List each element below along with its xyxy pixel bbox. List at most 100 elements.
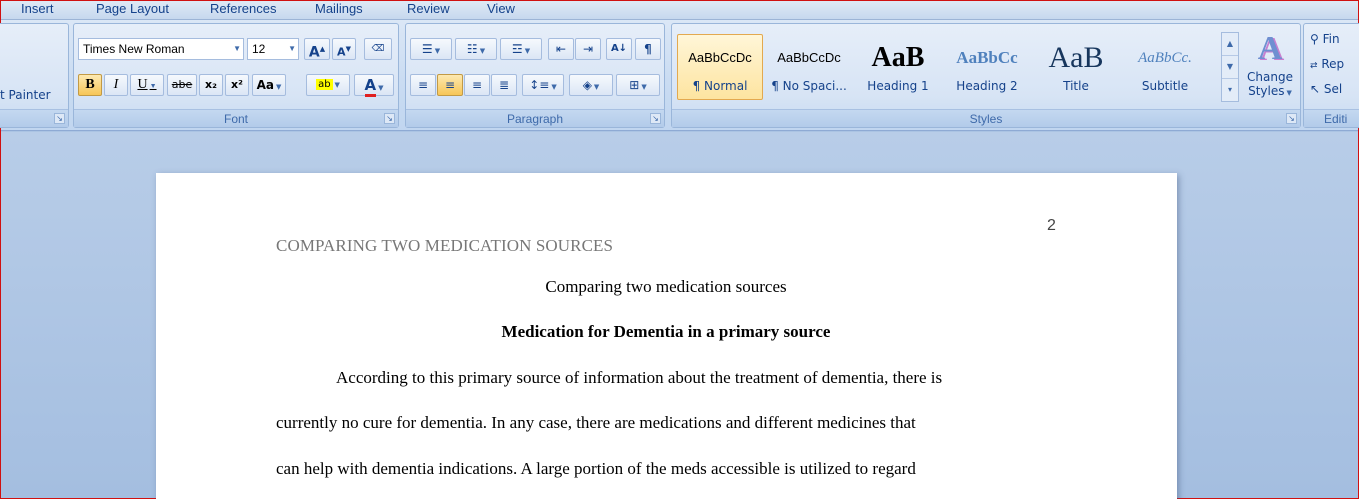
font-color-button[interactable]: A ▼ [354, 74, 394, 97]
chevron-down-icon: ▼ [551, 83, 557, 91]
style-title[interactable]: AaB Title [1033, 34, 1119, 100]
style-preview: AaB [1048, 43, 1104, 73]
styles-launcher-icon[interactable]: ↘ [1286, 113, 1297, 124]
change-case-button[interactable]: Aa ▼ [252, 74, 286, 96]
document-title: Comparing two medication sources [545, 277, 787, 296]
align-right-icon: ≡ [471, 78, 483, 92]
ribbon: t Painter ↘ Times New Roman ▼ 12 ▼ A▲ A▼… [0, 20, 1359, 131]
highlight-button[interactable]: ab ▼ [306, 74, 350, 96]
body-line: can help with dementia indications. A la… [276, 459, 916, 478]
highlighter-icon: ab [316, 79, 333, 90]
paragraph-launcher-icon[interactable]: ↘ [650, 113, 661, 124]
find-button[interactable]: ⚲ Fin [1310, 32, 1340, 46]
document-page[interactable]: 2 COMPARING TWO MEDICATION SOURCES Compa… [156, 173, 1177, 499]
cursor-icon: ↖ [1310, 82, 1321, 96]
styles-group: AaBbCcDc ¶ Normal AaBbCcDc ¶ No Spaci...… [671, 23, 1301, 128]
tab-review[interactable]: Review [407, 1, 450, 20]
font-name-combo[interactable]: Times New Roman ▼ [78, 38, 244, 60]
multilevel-list-icon: ☲ [511, 42, 523, 56]
align-right-button[interactable]: ≡ [464, 74, 490, 96]
superscript-button[interactable]: x² [225, 74, 249, 96]
gallery-more-icon[interactable]: ▾ [1222, 79, 1238, 102]
align-left-button[interactable]: ≡ [410, 74, 436, 96]
find-label: Fin [1322, 32, 1340, 46]
bold-button[interactable]: B [78, 74, 102, 96]
change-styles-icon: A [1257, 30, 1283, 67]
align-center-icon: ≡ [444, 78, 456, 92]
select-button[interactable]: ↖ Sel [1310, 82, 1342, 96]
shrink-font-button[interactable]: A▼ [332, 38, 356, 60]
style-preview: AaBbCcDc [688, 50, 752, 65]
tab-page-layout[interactable]: Page Layout [96, 1, 169, 20]
increase-indent-button[interactable]: ⇥ [575, 38, 601, 60]
decrease-indent-button[interactable]: ⇤ [548, 38, 574, 60]
sort-button[interactable]: A↓ [606, 38, 632, 60]
bullets-button[interactable]: ☰ ▼ [410, 38, 452, 60]
strikethrough-button[interactable]: abe [167, 74, 197, 96]
style-subtitle[interactable]: AaBbCc. Subtitle [1122, 34, 1208, 100]
ribbon-tab-bar: Insert Page Layout References Mailings R… [1, 1, 1358, 20]
style-name: ¶ No Spaci... [771, 79, 847, 93]
style-name: Subtitle [1141, 79, 1189, 93]
change-styles-label-2: Styles ▼ [1248, 84, 1292, 98]
font-launcher-icon[interactable]: ↘ [384, 113, 395, 124]
style-heading-1[interactable]: AaB Heading 1 [855, 34, 941, 100]
font-group: Times New Roman ▼ 12 ▼ A▲ A▼ ⌫ B I U ▼ ab… [73, 23, 399, 128]
replace-button[interactable]: ⇄ Rep [1310, 57, 1344, 71]
chevron-down-icon: ▼ [593, 83, 600, 91]
chevron-down-icon: ▼ [276, 83, 282, 91]
chevron-down-icon: ▼ [641, 83, 647, 91]
align-center-button[interactable]: ≡ [437, 74, 463, 96]
style-no-spacing[interactable]: AaBbCcDc ¶ No Spaci... [766, 34, 852, 100]
tab-mailings[interactable]: Mailings [315, 1, 363, 20]
document-heading: Medication for Dementia in a primary sou… [501, 322, 831, 341]
multilevel-list-button[interactable]: ☲ ▼ [500, 38, 542, 60]
style-heading-2[interactable]: AaBbCc Heading 2 [944, 34, 1030, 100]
style-preview: AaBbCcDc [777, 50, 841, 65]
underline-label: U [137, 77, 148, 92]
styles-gallery-scroll[interactable]: ▲ ▼ ▾ [1221, 32, 1239, 102]
subscript-button[interactable]: x₂ [199, 74, 223, 96]
tab-insert[interactable]: Insert [21, 1, 54, 20]
numbering-icon: ☷ [466, 42, 478, 56]
scroll-down-icon[interactable]: ▼ [1222, 56, 1238, 79]
chevron-down-icon: ▼ [149, 82, 157, 90]
show-marks-button[interactable]: ¶ [635, 38, 661, 60]
running-header: COMPARING TWO MEDICATION SOURCES [276, 236, 614, 255]
line-spacing-button[interactable]: ↕≡ ▼ [522, 74, 564, 96]
body-line: currently no cure for dementia. In any c… [276, 413, 916, 432]
italic-button[interactable]: I [104, 74, 128, 96]
eraser-icon: ⌫ [371, 44, 385, 54]
scroll-up-icon[interactable]: ▲ [1222, 33, 1238, 56]
clipboard-launcher-icon[interactable]: ↘ [54, 113, 65, 124]
grow-font-icon: A [308, 44, 320, 61]
clear-formatting-button[interactable]: ⌫ [364, 38, 392, 60]
style-name: Title [1063, 79, 1089, 93]
underline-button[interactable]: U ▼ [130, 74, 164, 96]
font-size-combo[interactable]: 12 ▼ [247, 38, 299, 60]
chevron-down-icon: ▼ [434, 47, 441, 55]
tab-references[interactable]: References [210, 1, 276, 20]
borders-button[interactable]: ⊞ ▼ [616, 74, 660, 96]
shading-button[interactable]: ◈ ▼ [569, 74, 613, 96]
style-name: Heading 2 [956, 79, 1018, 93]
style-preview: AaBbCc. [1138, 50, 1192, 66]
font-color-icon: A [364, 76, 377, 97]
shrink-font-icon: A [337, 45, 346, 59]
borders-icon: ⊞ [629, 78, 640, 92]
style-normal[interactable]: AaBbCcDc ¶ Normal [677, 34, 763, 100]
grow-font-button[interactable]: A▲ [304, 38, 330, 61]
tab-view[interactable]: View [487, 1, 515, 20]
font-group-label: Font [74, 109, 398, 127]
replace-label: Rep [1321, 57, 1345, 71]
font-size-value: 12 [252, 42, 266, 56]
style-name: ¶ Normal [692, 79, 748, 93]
replace-icon: ⇄ [1310, 61, 1318, 71]
change-case-label: Aa [256, 78, 274, 92]
chevron-down-icon: ▼ [334, 81, 340, 89]
change-styles-button[interactable]: A Change Styles ▼ [1242, 28, 1298, 108]
justify-button[interactable]: ≣ [491, 74, 517, 96]
styles-group-label: Styles [672, 109, 1300, 127]
format-painter-button[interactable]: t Painter [0, 88, 51, 102]
numbering-button[interactable]: ☷ ▼ [455, 38, 497, 60]
